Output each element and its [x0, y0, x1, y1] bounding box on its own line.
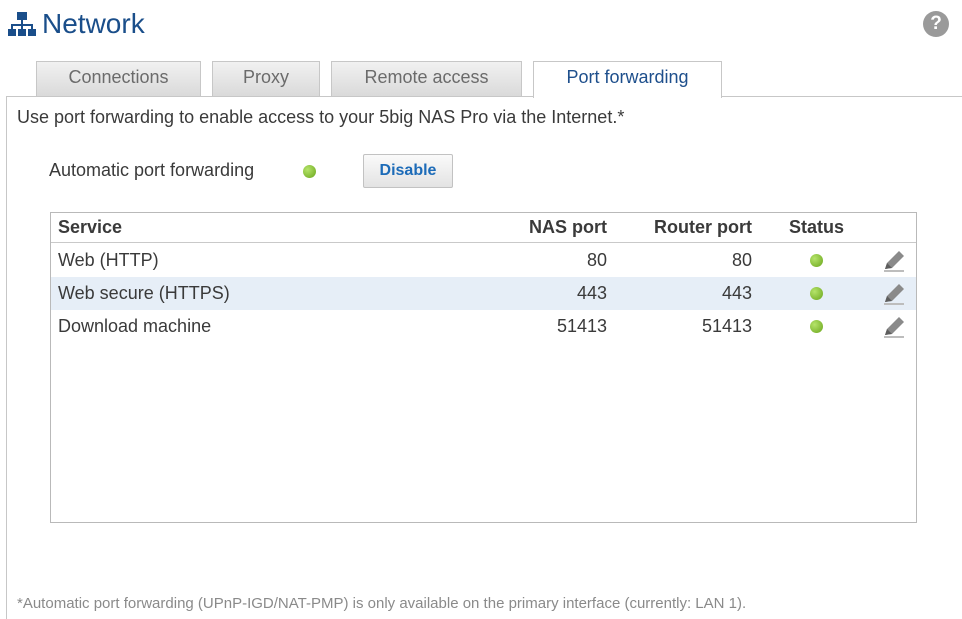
edit-pencil-icon[interactable] [881, 315, 907, 339]
service-cell: Download machine [58, 316, 212, 336]
auto-forwarding-status-icon [303, 165, 316, 178]
status-icon [810, 320, 823, 333]
tab-remote-access[interactable]: Remote access [331, 61, 522, 97]
tab-port-forwarding[interactable]: Port forwarding [533, 61, 722, 98]
router-port-cell: 80 [731, 250, 752, 270]
service-cell: Web secure (HTTPS) [58, 283, 230, 303]
table-header: Service NAS port Router port Status [51, 213, 916, 243]
router-port-cell: 443 [721, 283, 752, 303]
intro-text: Use port forwarding to enable access to … [17, 107, 625, 127]
status-icon [810, 287, 823, 300]
disable-button[interactable]: Disable [363, 154, 453, 188]
port-forwarding-table: Service NAS port Router port Status Web … [50, 212, 917, 523]
auto-forwarding-label: Automatic port forwarding [49, 160, 255, 180]
column-header-router-port[interactable]: Router port [654, 217, 752, 238]
tab-connections[interactable]: Connections [36, 61, 201, 97]
footnote: *Automatic port forwarding (UPnP-IGD/NAT… [17, 595, 747, 612]
nas-port-cell: 443 [576, 283, 607, 303]
help-icon[interactable]: ? [923, 11, 949, 37]
column-header-service[interactable]: Service [58, 217, 122, 238]
network-icon [8, 12, 36, 36]
nas-port-cell: 80 [586, 250, 607, 270]
table-row[interactable]: Web secure (HTTPS) 443 443 [51, 277, 916, 310]
page-header: Network [8, 4, 145, 44]
service-cell: Web (HTTP) [58, 250, 159, 270]
page-title: Network [42, 8, 145, 39]
edit-pencil-icon[interactable] [881, 282, 907, 306]
edit-pencil-icon[interactable] [881, 249, 907, 273]
table-row[interactable]: Web (HTTP) 80 80 [51, 244, 916, 277]
column-header-nas-port[interactable]: NAS port [529, 217, 607, 238]
nas-port-cell: 51413 [556, 316, 607, 336]
tab-proxy[interactable]: Proxy [212, 61, 320, 97]
table-row[interactable]: Download machine 51413 51413 [51, 310, 916, 343]
status-icon [810, 254, 823, 267]
column-header-status[interactable]: Status [789, 217, 844, 238]
router-port-cell: 51413 [701, 316, 752, 336]
